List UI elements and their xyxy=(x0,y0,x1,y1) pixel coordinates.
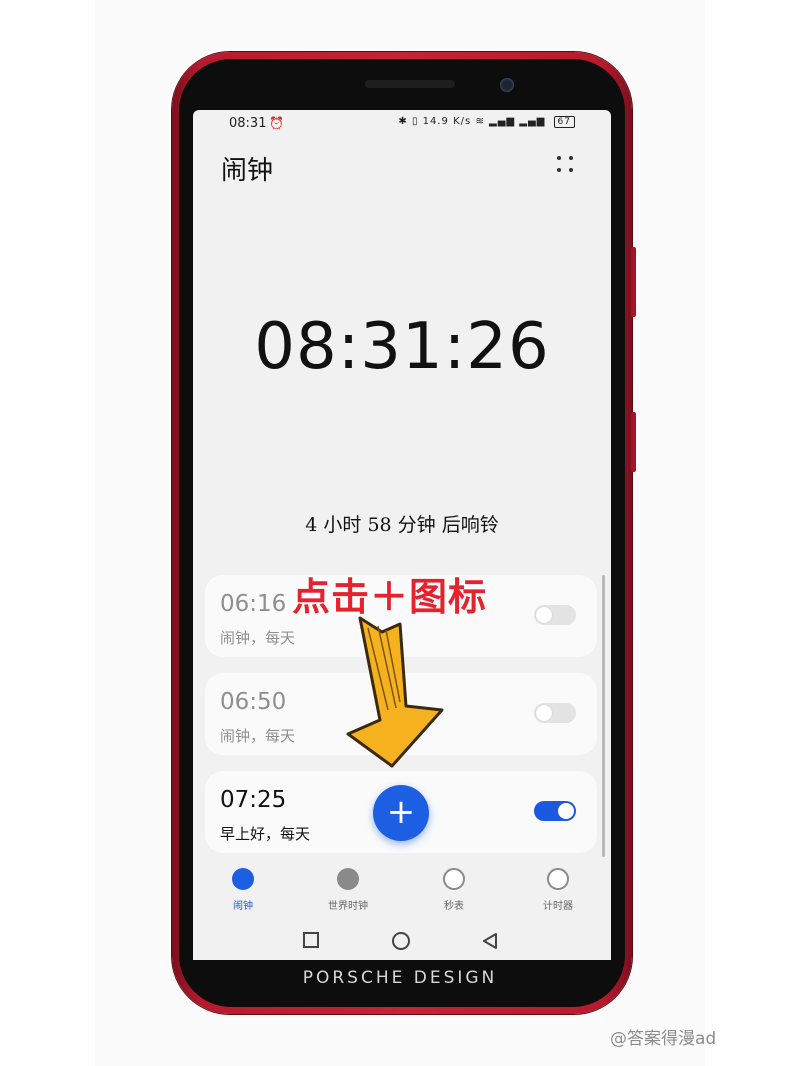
timer-icon xyxy=(547,868,569,890)
network-speed: 14.9 K/s xyxy=(422,116,472,127)
tab-alarm[interactable]: 闹钟 xyxy=(198,862,288,913)
globe-icon xyxy=(337,868,359,890)
screen: 08:31 ⏰ ✱ ▯ 14.9 K/s ≋ ▂▄▆ ▂▄▆ 67 闹钟 08:… xyxy=(193,110,611,960)
tab-label: 计时器 xyxy=(543,901,573,912)
wifi-icon: ≋ xyxy=(475,116,485,127)
tab-stopwatch[interactable]: 秒表 xyxy=(409,862,499,913)
alarm-label: 闹钟，每天 xyxy=(220,629,296,647)
current-time-display: 08:31:26 xyxy=(254,310,550,384)
alarm-clock-icon xyxy=(232,868,254,890)
tab-label: 世界时钟 xyxy=(328,901,368,912)
alarm-toggle[interactable] xyxy=(534,605,576,625)
status-indicators: ✱ ▯ 14.9 K/s ≋ ▂▄▆ ▂▄▆ 67 xyxy=(398,116,575,128)
tab-world-clock[interactable]: 世界时钟 xyxy=(303,862,393,913)
vibrate-icon: ▯ xyxy=(411,116,419,127)
toggle-knob xyxy=(536,607,552,623)
scrollbar[interactable] xyxy=(602,575,605,857)
system-nav-bar xyxy=(193,922,611,960)
signal-icon: ▂▄▆ xyxy=(489,116,516,127)
alarm-time: 06:16 xyxy=(220,591,287,617)
alarm-clock-icon: ⏰ xyxy=(269,116,284,130)
home-button[interactable] xyxy=(392,932,410,950)
alarm-time: 06:50 xyxy=(220,689,287,715)
alarm-toggle[interactable] xyxy=(534,801,576,821)
recent-apps-button[interactable] xyxy=(303,932,319,948)
device-brand: PORSCHE DESIGN xyxy=(302,968,498,988)
tab-timer[interactable]: 计时器 xyxy=(513,862,603,913)
earpiece xyxy=(365,80,455,88)
next-alarm-countdown: 4 小时 58 分钟 后响铃 xyxy=(305,514,499,536)
volume-button xyxy=(631,247,636,317)
alarm-toggle[interactable] xyxy=(534,703,576,723)
power-button xyxy=(631,412,636,472)
toggle-knob xyxy=(536,705,552,721)
back-button[interactable] xyxy=(481,932,499,950)
more-menu-icon[interactable] xyxy=(555,154,579,178)
front-camera xyxy=(500,78,514,92)
status-time: 08:31 xyxy=(229,116,267,131)
alarm-label: 闹钟，每天 xyxy=(220,727,296,745)
arrow-down-icon xyxy=(346,616,444,768)
tab-label: 秒表 xyxy=(444,901,464,912)
bottom-tab-bar: 闹钟 世界时钟 秒表 计时器 xyxy=(193,862,611,918)
status-bar: 08:31 ⏰ ✱ ▯ 14.9 K/s ≋ ▂▄▆ ▂▄▆ 67 xyxy=(193,110,611,136)
watermark: @答案得漫ad xyxy=(610,1029,717,1049)
alarm-label: 早上好，每天 xyxy=(220,825,311,843)
page-title: 闹钟 xyxy=(221,156,274,186)
signal-icon: ▂▄▆ xyxy=(519,116,546,127)
tab-label: 闹钟 xyxy=(233,901,253,912)
battery-icon: 67 xyxy=(553,116,575,128)
add-alarm-button[interactable]: + xyxy=(373,785,429,841)
bluetooth-icon: ✱ xyxy=(398,116,408,127)
stopwatch-icon xyxy=(443,868,465,890)
toggle-knob xyxy=(558,803,574,819)
alarm-time: 07:25 xyxy=(220,787,287,813)
